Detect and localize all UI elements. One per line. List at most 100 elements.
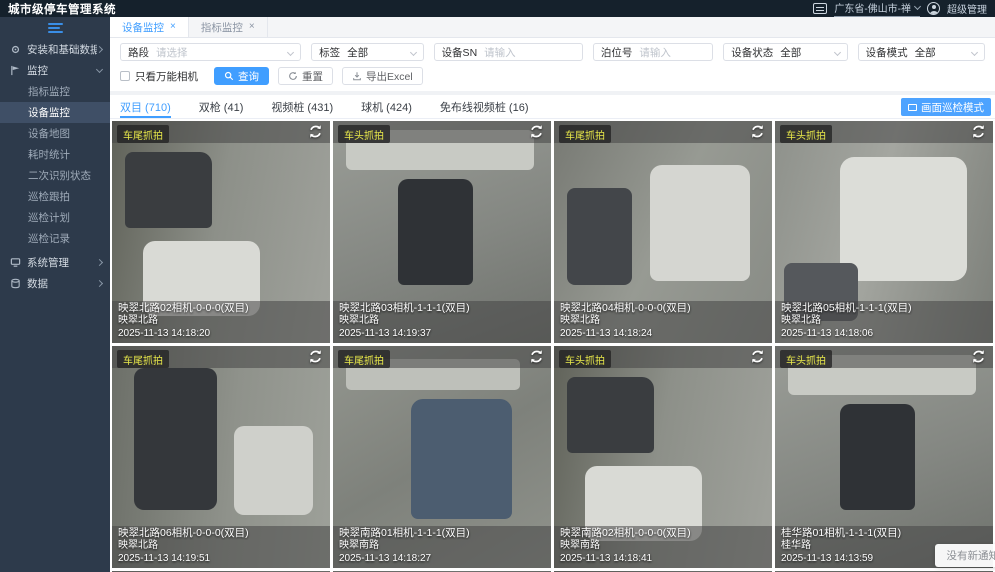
camera-name: 桂华路01相机-1-1-1(双目) — [781, 527, 987, 540]
database-icon — [10, 278, 21, 289]
tab-video-pile[interactable]: 视频桩 (431) — [271, 95, 333, 118]
camera-card[interactable]: 车头抓拍 映翠南路02相机-0-0-0(双目) 映翠南路 2025-11-13 … — [554, 346, 772, 568]
sidebar-item-time-stats[interactable]: 耗时统计 — [0, 144, 110, 165]
device-mode-select[interactable]: 设备模式 全部 — [858, 43, 985, 61]
sidebar-item-inspection-record[interactable]: 巡检记录 — [0, 228, 110, 249]
tag-select[interactable]: 标签 全部 — [311, 43, 423, 61]
sidebar-item-label: 系统管理 — [27, 255, 97, 270]
chevron-down-icon — [96, 66, 103, 73]
filter-row-1: 路段 请选择 标签 全部 设备SN 请输入 泊位号 请输入 设备状态 全部 — [120, 43, 985, 61]
tab-device-monitor[interactable]: 设备监控 × — [110, 17, 189, 37]
universal-camera-checkbox[interactable] — [120, 71, 130, 81]
filter-label: 泊位号 — [594, 45, 640, 60]
camera-name: 映翠北路05相机-1-1-1(双目) — [781, 302, 987, 315]
camera-card[interactable]: 车尾抓拍 映翠北路02相机-0-0-0(双目) 映翠北路 2025-11-13 … — [112, 121, 330, 343]
filter-label: 路段 — [121, 45, 156, 60]
memo-icon[interactable] — [813, 3, 827, 14]
tab-binocular[interactable]: 双目 (710) — [120, 95, 171, 118]
refresh-icon[interactable] — [750, 124, 765, 139]
capture-time: 2025-11-13 14:18:41 — [560, 552, 766, 565]
camera-card[interactable]: 车尾抓拍 映翠北路04相机-0-0-0(双目) 映翠北路 2025-11-13 … — [554, 121, 772, 343]
region-selector[interactable]: 广东省-佛山市-禅 — [834, 0, 920, 17]
device-sn-input[interactable]: 设备SN 请输入 — [434, 43, 583, 61]
camera-road: 映翠北路 — [560, 315, 766, 327]
export-excel-button[interactable]: 导出Excel — [342, 67, 423, 85]
chevron-down-icon — [835, 46, 840, 58]
device-content-panel: 双目 (710) 双枪 (41) 视频桩 (431) 球机 (424) 免布线视… — [110, 95, 995, 572]
capture-type-badge: 车尾抓拍 — [559, 125, 611, 143]
camera-card[interactable]: 车头抓拍 桂华路01相机-1-1-1(双目) 桂华路 2025-11-13 14… — [775, 346, 993, 568]
select-value: 全部 — [347, 45, 368, 60]
sidebar-item-monitor[interactable]: 监控 — [0, 60, 110, 81]
camera-card[interactable]: 车尾抓拍 映翠南路01相机-1-1-1(双目) 映翠南路 2025-11-13 … — [333, 346, 551, 568]
refresh-icon[interactable] — [308, 124, 323, 139]
camera-caption: 映翠北路02相机-0-0-0(双目) 映翠北路 2025-11-13 14:18… — [118, 302, 324, 340]
tab-dome-camera[interactable]: 球机 (424) — [361, 95, 412, 118]
device-status-select[interactable]: 设备状态 全部 — [723, 43, 847, 61]
chevron-right-icon — [96, 280, 103, 287]
close-icon[interactable]: × — [170, 22, 176, 32]
close-icon[interactable]: × — [249, 22, 255, 32]
tab-double-gun[interactable]: 双枪 (41) — [199, 95, 244, 118]
sidebar-item-label: 耗时统计 — [28, 147, 102, 162]
input-placeholder: 请输入 — [639, 45, 671, 60]
camera-caption: 映翠北路04相机-0-0-0(双目) 映翠北路 2025-11-13 14:18… — [560, 302, 766, 340]
refresh-icon[interactable] — [971, 124, 986, 139]
camera-name: 映翠北路06相机-0-0-0(双目) — [118, 527, 324, 540]
header-right: 广东省-佛山市-禅 超级管理 — [813, 0, 987, 17]
chevron-right-icon — [96, 46, 103, 53]
tab-wireless-video-pile[interactable]: 免布线视频桩 (16) — [440, 95, 529, 118]
sidebar-item-label: 数据 — [27, 276, 97, 291]
sidebar-item-device-monitor[interactable]: 设备监控 — [0, 102, 110, 123]
open-tabs-bar: 设备监控 × 指标监控 × — [110, 17, 995, 38]
sidebar: 安装和基础数据 监控 指标监控 设备监控 设备地图 耗时统计 二次识别状态 巡检… — [0, 17, 110, 572]
filter-label: 设备SN — [435, 45, 485, 60]
camera-card[interactable]: 车头抓拍 映翠北路05相机-1-1-1(双目) 映翠北路 2025-11-13 … — [775, 121, 993, 343]
sidebar-item-label: 指标监控 — [28, 84, 102, 99]
reset-button[interactable]: 重置 — [278, 67, 333, 85]
sidebar-item-device-map[interactable]: 设备地图 — [0, 123, 110, 144]
chevron-down-icon — [914, 2, 921, 9]
monitor-submenu: 指标监控 设备监控 设备地图 耗时统计 二次识别状态 巡检跟拍 巡检计划 巡检记… — [0, 81, 110, 249]
sidebar-item-metric-monitor[interactable]: 指标监控 — [0, 81, 110, 102]
camera-caption: 映翠北路06相机-0-0-0(双目) 映翠北路 2025-11-13 14:19… — [118, 527, 324, 565]
refresh-icon[interactable] — [529, 349, 544, 364]
screen-patrol-mode-button[interactable]: 画面巡检模式 — [901, 98, 991, 116]
refresh-icon[interactable] — [971, 349, 986, 364]
avatar[interactable] — [927, 2, 940, 15]
sidebar-collapse-button[interactable] — [0, 17, 110, 39]
input-placeholder: 请输入 — [484, 45, 516, 60]
sidebar-item-secondary-recognition[interactable]: 二次识别状态 — [0, 165, 110, 186]
hamburger-icon — [48, 23, 63, 33]
app-header: 城市级停车管理系统 广东省-佛山市-禅 超级管理 — [0, 0, 995, 17]
camera-name: 映翠北路03相机-1-1-1(双目) — [339, 302, 545, 315]
camera-name: 映翠北路02相机-0-0-0(双目) — [118, 302, 324, 315]
tab-label: 指标监控 — [201, 20, 243, 35]
camera-card[interactable]: 车头抓拍 映翠北路03相机-1-1-1(双目) 映翠北路 2025-11-13 … — [333, 121, 551, 343]
user-name: 超级管理 — [947, 1, 987, 16]
refresh-icon[interactable] — [529, 124, 544, 139]
notification-toast: 没有新通知 — [935, 544, 995, 567]
sidebar-item-label: 监控 — [27, 63, 97, 78]
road-section-select[interactable]: 路段 请选择 — [120, 43, 301, 61]
capture-time: 2025-11-13 14:18:24 — [560, 327, 766, 340]
sidebar-item-inspection-shot[interactable]: 巡检跟拍 — [0, 186, 110, 207]
capture-time: 2025-11-13 14:19:51 — [118, 552, 324, 565]
capture-type-badge: 车头抓拍 — [780, 125, 832, 143]
sidebar-item-system-mgmt[interactable]: 系统管理 — [0, 252, 110, 273]
install-data-icon — [10, 44, 21, 55]
berth-number-input[interactable]: 泊位号 请输入 — [593, 43, 713, 61]
sidebar-item-data[interactable]: 数据 — [0, 273, 110, 294]
sidebar-item-inspection-plan[interactable]: 巡检计划 — [0, 207, 110, 228]
refresh-icon[interactable] — [750, 349, 765, 364]
sidebar-item-install-data[interactable]: 安装和基础数据 — [0, 39, 110, 60]
monitor-flag-icon — [10, 65, 21, 76]
capture-time: 2025-11-13 14:18:06 — [781, 327, 987, 340]
camera-card[interactable]: 车尾抓拍 映翠北路06相机-0-0-0(双目) 映翠北路 2025-11-13 … — [112, 346, 330, 568]
tab-metric-monitor[interactable]: 指标监控 × — [189, 17, 268, 37]
camera-caption: 映翠北路05相机-1-1-1(双目) 映翠北路 2025-11-13 14:18… — [781, 302, 987, 340]
filter-label: 设备模式 — [859, 45, 915, 60]
refresh-icon[interactable] — [308, 349, 323, 364]
search-button[interactable]: 查询 — [214, 67, 269, 85]
select-placeholder: 请选择 — [156, 45, 188, 60]
